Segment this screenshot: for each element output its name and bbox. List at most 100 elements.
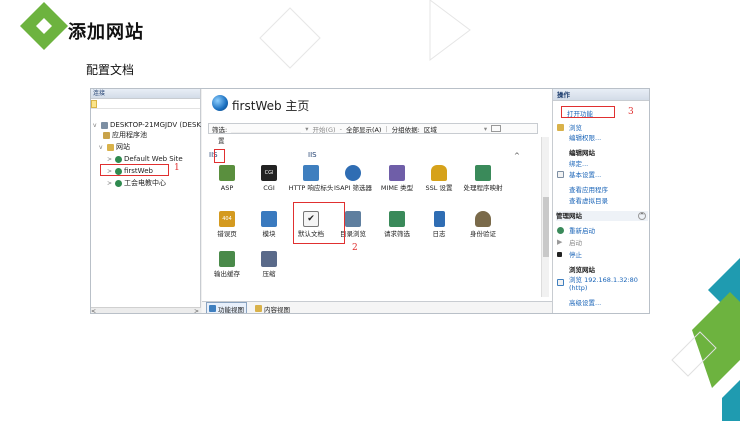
start-icon: ▶ — [557, 238, 563, 246]
compression-icon — [261, 251, 277, 267]
feature-error-pages[interactable]: 404 错误页 — [204, 211, 250, 238]
section-strip: 置 — [218, 137, 225, 145]
collapse-group-icon[interactable]: ^ — [514, 152, 520, 160]
slide-title: 添加网站 — [68, 22, 144, 43]
feature-http-headers[interactable]: HTTP 响应标头 — [288, 165, 334, 192]
feature-handler-mappings[interactable]: 处理程序映射 — [460, 165, 506, 192]
iis-section-label: IIS — [308, 151, 317, 159]
feature-asp[interactable]: ASP — [204, 165, 250, 192]
browse-site-link[interactable]: 浏览 192.168.1.32:80 (http) — [569, 276, 649, 292]
tree-item-default-web-site[interactable]: > Default Web Site — [107, 155, 183, 164]
feature-ssl-settings[interactable]: SSL 设置 — [416, 165, 462, 192]
feature-modules[interactable]: 模块 — [246, 211, 292, 238]
iis-manager-window: 连接 v DESKTOP-21MGJDV (DESK 应用程序池 v 网站 > … — [90, 88, 650, 314]
step-number-3: 3 — [628, 107, 634, 117]
request-filtering-icon — [389, 211, 405, 227]
tab-features-view[interactable]: 功能视图 — [206, 301, 247, 313]
stop-icon — [557, 252, 562, 257]
go-button[interactable]: 开始(G) — [312, 124, 335, 134]
actions-pane: 操作 打开功能 浏览 编辑权限... 编辑网站 绑定... 基本设置... 查看… — [552, 89, 649, 313]
feature-cgi[interactable]: CGI CGI — [246, 165, 292, 192]
tree-item-sites[interactable]: v 网站 — [99, 143, 130, 152]
actions-header: 操作 — [553, 89, 649, 101]
isapi-filters-icon — [345, 165, 361, 181]
start-page-icon[interactable] — [91, 100, 97, 108]
basic-settings-link[interactable]: 基本设置... — [569, 171, 601, 179]
feature-isapi-filters[interactable]: ISAPI 筛选器 — [330, 165, 376, 192]
start-link[interactable]: 启动 — [569, 239, 582, 247]
mime-types-icon — [389, 165, 405, 181]
tree-item-server[interactable]: v DESKTOP-21MGJDV (DESK — [93, 121, 201, 130]
cgi-icon: CGI — [261, 165, 277, 181]
slide-subtitle: 配置文档 — [86, 63, 135, 77]
tree-label: 工会电教中心 — [124, 179, 166, 187]
restart-icon — [557, 227, 564, 234]
basic-settings-icon — [557, 171, 564, 178]
feature-authentication[interactable]: 身份验证 — [460, 211, 506, 238]
tree-item-site-3[interactable]: > 工会电教中心 — [107, 179, 166, 188]
firstweb-highlight-box — [100, 164, 169, 176]
content-view-icon — [255, 305, 262, 312]
view-tabs: 功能视图 内容视图 — [202, 301, 552, 313]
tree-item-app-pools[interactable]: 应用程序池 — [103, 131, 147, 140]
advanced-settings-link[interactable]: 高级设置... — [569, 299, 601, 307]
globe-icon — [115, 156, 122, 163]
globe-icon — [212, 95, 228, 111]
step-number-1: 1 — [174, 163, 180, 173]
show-all-button[interactable]: 全部显示(A) — [346, 124, 382, 134]
features-view-icon — [209, 305, 216, 312]
tree-label: 应用程序池 — [112, 131, 147, 139]
iis-highlight-box — [214, 149, 225, 163]
modules-icon — [261, 211, 277, 227]
explore-link[interactable]: 浏览 — [569, 124, 582, 132]
connections-pane: 连接 v DESKTOP-21MGJDV (DESK 应用程序池 v 网站 > … — [91, 89, 201, 313]
handler-mappings-icon — [475, 165, 491, 181]
directory-browsing-icon — [345, 211, 361, 227]
view-virtual-dirs-link[interactable]: 查看虚拟目录 — [569, 197, 608, 205]
output-caching-icon — [219, 251, 235, 267]
app-pool-icon — [103, 132, 110, 139]
feature-compression[interactable]: 压缩 — [246, 251, 292, 278]
group-by-label: 分组依据: — [391, 125, 420, 134]
manage-site-header: 管理网站 ^ — [556, 211, 648, 221]
filter-bar: 筛选: ▾ 开始(G) - 全部显示(A) | 分组依据: 区域 ▾ — [208, 123, 538, 134]
folder-icon — [107, 144, 114, 151]
edit-site-title: 编辑网站 — [569, 149, 595, 157]
filter-input[interactable] — [231, 125, 302, 133]
step-number-2: 2 — [352, 243, 358, 253]
default-document-highlight-box — [293, 202, 345, 244]
authentication-icon — [475, 211, 491, 227]
feature-mime-types[interactable]: MIME 类型 — [374, 165, 420, 192]
tree-label: DESKTOP-21MGJDV (DESK — [110, 121, 201, 129]
group-by-select[interactable]: 区域 — [424, 124, 480, 134]
feature-output-caching[interactable]: 输出缓存 — [204, 251, 250, 278]
explore-icon — [557, 124, 564, 131]
browse-icon — [557, 279, 564, 286]
restart-link[interactable]: 重新启动 — [569, 227, 595, 235]
edit-permissions-link[interactable]: 编辑权限... — [569, 134, 601, 142]
feature-request-filtering[interactable]: 请求筛选 — [374, 211, 420, 238]
view-applications-link[interactable]: 查看应用程序 — [569, 186, 608, 194]
server-icon — [101, 122, 108, 129]
feature-logging[interactable]: 日志 — [416, 211, 462, 238]
page-title: firstWeb 主页 — [232, 99, 310, 113]
collapse-icon[interactable]: ^ — [638, 212, 646, 220]
view-toggle-icon[interactable] — [491, 125, 502, 132]
open-feature-highlight-box — [561, 106, 615, 118]
http-headers-icon — [303, 165, 319, 181]
ssl-lock-icon — [431, 165, 447, 181]
tree-label: 网站 — [116, 143, 130, 151]
asp-icon — [219, 165, 235, 181]
tab-content-view[interactable]: 内容视图 — [253, 303, 292, 313]
globe-icon — [115, 180, 122, 187]
stop-link[interactable]: 停止 — [569, 251, 582, 259]
filter-label: 筛选: — [212, 125, 228, 134]
error-pages-icon: 404 — [219, 211, 235, 227]
connections-header: 连接 — [91, 89, 200, 99]
browse-site-title: 浏览网站 — [569, 266, 595, 274]
connections-toolbar — [91, 99, 200, 109]
title-diamond-icon — [20, 2, 68, 50]
bindings-link[interactable]: 绑定... — [569, 160, 588, 168]
connections-scrollbar[interactable]: < > — [91, 307, 201, 313]
features-scrollbar[interactable] — [541, 137, 549, 297]
